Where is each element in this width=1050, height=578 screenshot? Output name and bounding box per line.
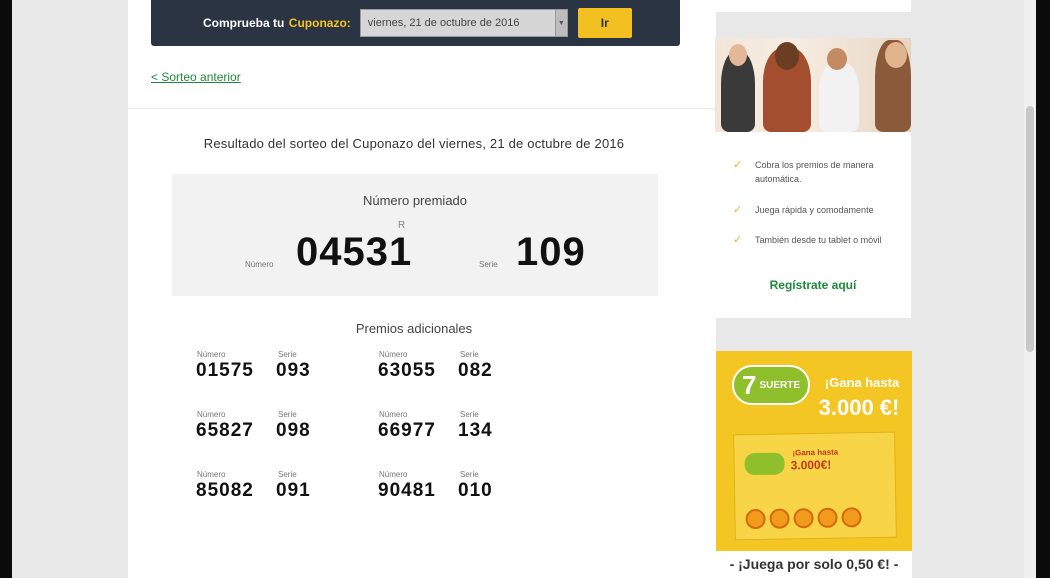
logo-seven: 7 <box>741 369 757 400</box>
prize-numero-label: Número <box>379 410 408 419</box>
prize-serie-label: Serie <box>460 470 479 479</box>
prize-numero: 66977 <box>378 420 436 441</box>
chevron-down-icon[interactable]: ▼ <box>554 10 567 36</box>
benefit-text: Cobra los premios de manera automática. <box>755 160 874 184</box>
prize-numero: 65827 <box>196 420 254 441</box>
register-promo-card: ✓ Cobra los premios de manera automática… <box>715 38 911 318</box>
previous-draw-link[interactable]: < Sorteo anterior <box>151 70 241 84</box>
prize-serie-label: Serie <box>278 350 297 359</box>
numero-label: Número <box>245 260 274 269</box>
prize-serie-label: Serie <box>278 410 297 419</box>
additional-prizes-title: Premios adicionales <box>355 321 473 336</box>
benefit-item: ✓ También desde tu tablet o móvil <box>733 233 897 247</box>
symbol-icon <box>841 507 862 528</box>
check-label: Comprueba tu <box>203 16 285 30</box>
ad-amount: 3.000 €! <box>818 395 900 420</box>
check-ticket-bar: Comprueba tu Cuponazo: viernes, 21 de oc… <box>151 0 680 46</box>
prize-numero-label: Número <box>379 350 408 359</box>
prize-serie-label: Serie <box>460 410 479 419</box>
prize-numero: 63055 <box>378 360 436 381</box>
prize-serie: 134 <box>458 420 493 441</box>
ticket-amount: 3.000€! <box>790 457 832 473</box>
scratch-ticket-image: ¡Gana hasta 3.000€! <box>733 431 897 541</box>
ad-headline: ¡Gana hasta <box>824 375 900 390</box>
prize-serie: 093 <box>276 360 311 381</box>
prize-serie-label: Serie <box>460 350 479 359</box>
winning-number-box: Número premiado R Número 04531 Serie 109 <box>172 174 658 296</box>
check-icon: ✓ <box>733 234 743 246</box>
prize-numero-label: Número <box>197 350 226 359</box>
main-column: Comprueba tu Cuponazo: viernes, 21 de oc… <box>128 0 716 578</box>
prize-numero: 85082 <box>196 480 254 501</box>
siete-suerte-logo: 7 SUERTE <box>732 365 810 405</box>
page: Comprueba tu Cuponazo: viernes, 21 de oc… <box>12 0 1036 578</box>
benefit-item: ✓ Juega rápida y comodamente <box>733 203 897 217</box>
additional-prize: Número Serie 85082 091 <box>196 470 326 514</box>
register-link[interactable]: Regístrate aquí <box>715 278 911 292</box>
symbol-icon <box>769 508 790 529</box>
prize-serie: 082 <box>458 360 493 381</box>
additional-prize: Número Serie 90481 010 <box>378 470 508 514</box>
ad-tagline: - ¡Juega por solo 0,50 €! - <box>716 551 912 578</box>
check-brand: Cuponazo: <box>288 16 351 30</box>
prize-numero-label: Número <box>379 470 408 479</box>
ticket-headline: ¡Gana hasta <box>792 447 839 458</box>
prize-serie-label: Serie <box>278 470 297 479</box>
sidebar-top-card <box>715 0 911 12</box>
winning-serie: 109 <box>516 230 586 274</box>
prize-numero-label: Número <box>197 470 226 479</box>
symbol-icon <box>793 508 814 529</box>
symbol-icon <box>745 508 766 530</box>
ticket-symbols <box>745 507 862 530</box>
additional-prize: Número Serie 63055 082 <box>378 350 508 394</box>
prize-serie: 010 <box>458 480 493 501</box>
winning-number: 04531 <box>296 230 413 274</box>
additional-prize: Número Serie 66977 134 <box>378 410 508 454</box>
result-title: Resultado del sorteo del Cuponazo del vi… <box>203 136 625 151</box>
ticket-logo <box>744 452 785 476</box>
serie-label: Serie <box>479 260 498 269</box>
prize-serie: 091 <box>276 480 311 501</box>
check-icon: ✓ <box>733 204 743 216</box>
benefit-text: También desde tu tablet o móvil <box>755 235 882 245</box>
date-select[interactable]: viernes, 21 de octubre de 2016 ▼ <box>359 9 568 37</box>
page-scrollbar[interactable] <box>1024 0 1036 578</box>
prize-numero-label: Número <box>197 410 226 419</box>
benefit-item: ✓ Cobra los premios de manera automática… <box>733 158 897 186</box>
date-select-value: viernes, 21 de octubre de 2016 <box>367 17 520 29</box>
prize-serie: 098 <box>276 420 311 441</box>
siete-suerte-ad[interactable]: 7 SUERTE ¡Gana hasta 3.000 €! ¡Gana hast… <box>716 351 912 578</box>
symbol-icon <box>817 507 838 528</box>
divider <box>128 108 716 109</box>
promo-photo <box>715 38 911 132</box>
additional-prize: Número Serie 01575 093 <box>196 350 326 394</box>
benefit-text: Juega rápida y comodamente <box>755 205 874 215</box>
winning-number-heading: Número premiado <box>362 193 468 208</box>
prize-numero: 01575 <box>196 360 254 381</box>
prize-numero: 90481 <box>378 480 436 501</box>
additional-prize: Número Serie 65827 098 <box>196 410 326 454</box>
go-button[interactable]: Ir <box>577 8 632 38</box>
logo-text: SUERTE <box>759 379 801 391</box>
scrollbar-thumb[interactable] <box>1026 106 1034 352</box>
check-icon: ✓ <box>733 159 743 171</box>
